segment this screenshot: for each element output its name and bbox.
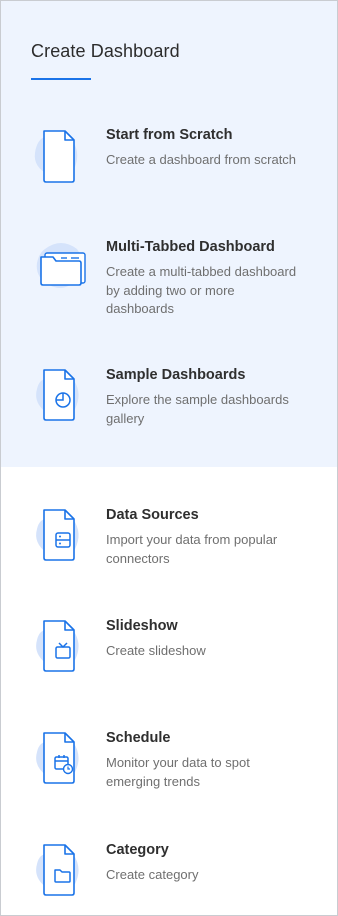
option-description: Monitor your data to spot emerging trend… [106, 755, 250, 789]
option-description: Explore the sample dashboards gallery [106, 392, 289, 426]
option-description: Import your data from popular connectors [106, 532, 278, 566]
pie-chart-file-icon [31, 367, 91, 427]
option-title: Sample Dashboards [106, 367, 246, 383]
option-title: Start from Scratch [106, 127, 233, 143]
folder-file-icon [31, 842, 91, 902]
option-description: Create a multi-tabbed dashboard by addin… [106, 264, 297, 316]
page-title: Create Dashboard [31, 41, 180, 61]
option-description: Create slideshow [106, 643, 206, 658]
database-file-icon [31, 507, 91, 567]
tv-file-icon [31, 618, 91, 678]
multi-tab-folder-icon [31, 239, 91, 299]
option-title: Data Sources [106, 507, 199, 523]
option-description: Create a dashboard from scratch [106, 152, 297, 167]
blank-file-icon [31, 127, 91, 187]
option-title: Slideshow [106, 618, 178, 634]
calendar-clock-file-icon [31, 730, 91, 790]
title-underline [31, 78, 91, 80]
create-dashboard-panel: Create Dashboard Start from Scratch Crea… [0, 0, 338, 916]
option-description: Create category [106, 867, 199, 882]
option-title: Multi-Tabbed Dashboard [106, 239, 275, 255]
option-title: Schedule [106, 730, 171, 746]
option-title: Category [106, 842, 169, 858]
